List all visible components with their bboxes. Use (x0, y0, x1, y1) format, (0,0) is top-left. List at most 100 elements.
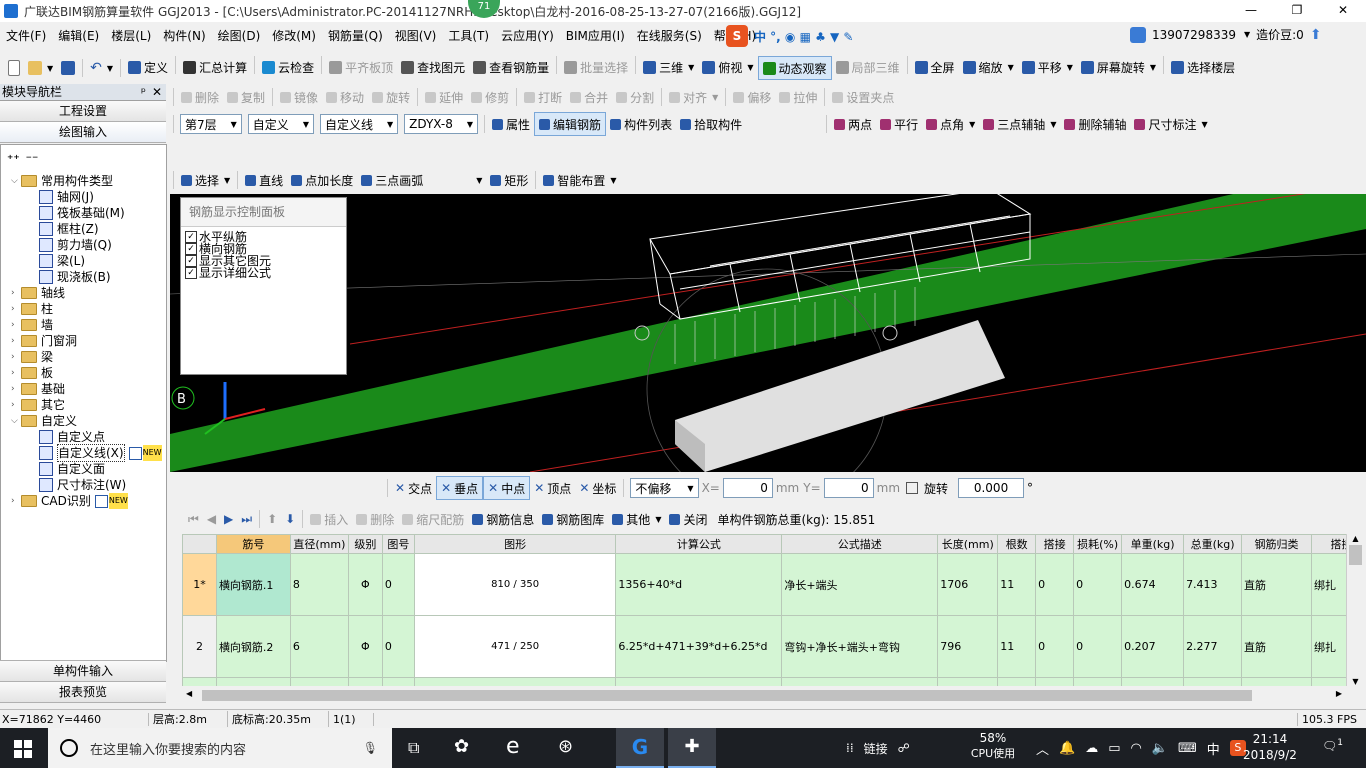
name-select[interactable]: ZDYX-8 ▼ (404, 114, 479, 134)
table-cell[interactable] (937, 677, 999, 686)
tree-folder[interactable]: › 柱 (1, 301, 166, 317)
clock[interactable]: 21:14 2018/9/2 (1240, 731, 1300, 763)
tray-link-label[interactable]: 链接 (864, 740, 888, 757)
toolbar-button[interactable]: 选择楼层 (1167, 56, 1239, 78)
user-icon[interactable] (1130, 26, 1146, 43)
column-header[interactable]: 总重(kg) (1183, 534, 1243, 554)
prev-icon[interactable]: ◀ (203, 508, 220, 530)
toolbar-button[interactable]: 云检查 (258, 56, 318, 78)
column-header[interactable]: 长度(mm) (937, 534, 999, 554)
table-cell[interactable] (1183, 677, 1243, 686)
column-header[interactable]: 根数 (997, 534, 1037, 554)
menu-item[interactable]: 构件(N) (157, 22, 211, 50)
tree-item[interactable]: 剪力墙(Q) (1, 237, 166, 253)
table-cell[interactable]: 6.25*d+471+39*d+6.25*d (615, 615, 783, 678)
edit-tool-button[interactable]: 旋转 (368, 86, 414, 108)
column-header[interactable]: 钢筋归类 (1241, 534, 1312, 554)
table-cell[interactable]: 2 (182, 615, 217, 678)
component-tool-button[interactable]: 删除辅轴 (1060, 113, 1130, 135)
edit-tool-button[interactable]: 镜像 (276, 86, 322, 108)
column-header[interactable]: 公式描述 (781, 534, 939, 554)
glodon-ggj-app-icon[interactable]: ✚ (668, 728, 716, 768)
menu-item[interactable]: 编辑(E) (52, 22, 105, 50)
task-view-icon[interactable]: ⧉ (408, 738, 419, 758)
table-cell[interactable] (997, 677, 1037, 686)
edit-tool-button[interactable]: 偏移 (729, 86, 775, 108)
chevron-right-icon[interactable]: › (11, 493, 21, 509)
table-cell[interactable]: 11 (997, 615, 1037, 678)
edit-tool-button[interactable]: 打断 (520, 86, 566, 108)
cloud-icon[interactable]: ☁ (1085, 741, 1098, 756)
toolbar-button[interactable]: 局部三维 (832, 56, 904, 78)
table-cell[interactable]: 11 (997, 553, 1037, 616)
table-cell[interactable] (615, 677, 783, 686)
table-cell[interactable]: 绑扎 (1310, 615, 1346, 678)
table-cell[interactable]: 471 / 250 (413, 615, 617, 678)
tab-project-settings[interactable]: 工程设置 (0, 101, 166, 122)
tree-item[interactable]: 自定义点 (1, 429, 166, 445)
subtype-select[interactable]: 自定义线 ▼ (319, 114, 399, 134)
edit-tool-button[interactable]: 合并 (566, 86, 612, 108)
edit-tool-button[interactable]: 延伸 (421, 86, 467, 108)
chevron-down-icon[interactable]: ⌵ (11, 173, 21, 189)
move-down-icon[interactable]: ⬇ (281, 508, 299, 530)
chevron-right-icon[interactable]: › (11, 381, 21, 397)
table-cell[interactable]: 直筋 (1241, 615, 1312, 678)
toolbar-button[interactable]: 平移 ▼ (1018, 56, 1077, 78)
panel-checkbox-row[interactable]: ✓ 显示详细公式 (185, 267, 342, 279)
table-cell[interactable]: 1356+40*d (615, 553, 783, 616)
action-center-icon[interactable]: 🗨1 (1322, 738, 1343, 753)
draw-tool-button[interactable]: 三点画弧 ▼ (357, 169, 486, 191)
table-cell[interactable] (381, 677, 415, 686)
draw-tool-button[interactable]: 矩形 (486, 169, 532, 191)
column-header[interactable]: 直径(mm) (289, 534, 349, 554)
tree-folder[interactable]: › 基础 (1, 381, 166, 397)
menu-item[interactable]: 钢筋量(Q) (322, 22, 389, 50)
table-cell[interactable]: 6 (289, 615, 349, 678)
wechat-app-icon[interactable]: ⊛ (558, 736, 573, 757)
table-cell[interactable]: 横向钢筋.1 (215, 553, 291, 616)
tree-item[interactable]: 梁(L) (1, 253, 166, 269)
wifi-icon[interactable]: ◠ (1131, 741, 1142, 756)
tree-item[interactable]: 自定义线(X) NEW (1, 444, 166, 462)
table-cell[interactable]: 0 (1035, 615, 1075, 678)
toolbar-button[interactable]: 屏幕旋转 ▼ (1077, 56, 1160, 78)
microphone-icon[interactable]: 🎙 (363, 741, 378, 755)
3d-viewport[interactable]: B (170, 194, 1366, 472)
menu-item[interactable]: 在线服务(S) (631, 22, 708, 50)
tree-item[interactable]: 轴网(J) (1, 189, 166, 205)
component-tool-button[interactable]: 点角 ▼ (922, 113, 979, 135)
horizontal-scrollbar[interactable]: ◀ ▶ (182, 687, 1346, 704)
chevron-right-icon[interactable]: › (11, 333, 21, 349)
table-cell[interactable] (215, 677, 291, 686)
chevron-down-icon[interactable]: ▼ (1244, 30, 1250, 39)
viewport-canvas[interactable]: B (170, 194, 1366, 472)
snap-button[interactable]: ✕ 垂点 (436, 476, 484, 500)
edit-tool-button[interactable]: 分割 (612, 86, 658, 108)
close-icon[interactable]: ✕ (152, 84, 162, 100)
table-cell[interactable]: 0 (1073, 615, 1123, 678)
chevron-up-icon[interactable]: ︿ (1036, 739, 1049, 758)
snap-button[interactable]: ✕ 交点 (391, 477, 436, 499)
maximize-button[interactable]: ❐ (1274, 0, 1320, 22)
account-phone[interactable]: 13907298339 (1152, 28, 1236, 42)
table-cell[interactable]: 7.413 (1183, 553, 1243, 616)
next-icon[interactable]: ▶ (220, 508, 237, 530)
chevron-right-icon[interactable]: › (11, 301, 21, 317)
menu-item[interactable]: 工具(T) (442, 22, 495, 50)
edit-tool-button[interactable]: 修剪 (467, 86, 513, 108)
column-header[interactable]: 级别 (347, 534, 383, 554)
table-cell[interactable]: Φ (347, 615, 383, 678)
chevron-right-icon[interactable]: › (11, 365, 21, 381)
table-cell[interactable]: 2.277 (1183, 615, 1243, 678)
table-cell[interactable] (347, 677, 383, 686)
menu-item[interactable]: 视图(V) (389, 22, 443, 50)
collapse-all-icon[interactable]: ⁻⁻ (26, 152, 39, 166)
component-tool-button[interactable]: 属性 (488, 113, 534, 135)
pinwheel-app-icon[interactable]: ✿ (454, 736, 469, 757)
last-icon[interactable]: ⏭ (237, 508, 256, 530)
toolbar-button[interactable]: 平齐板顶 (325, 56, 397, 78)
table-cell[interactable] (413, 677, 617, 686)
toolbar-button[interactable]: 三维 ▼ (639, 56, 698, 78)
type-select[interactable]: 自定义 ▼ (247, 114, 314, 134)
